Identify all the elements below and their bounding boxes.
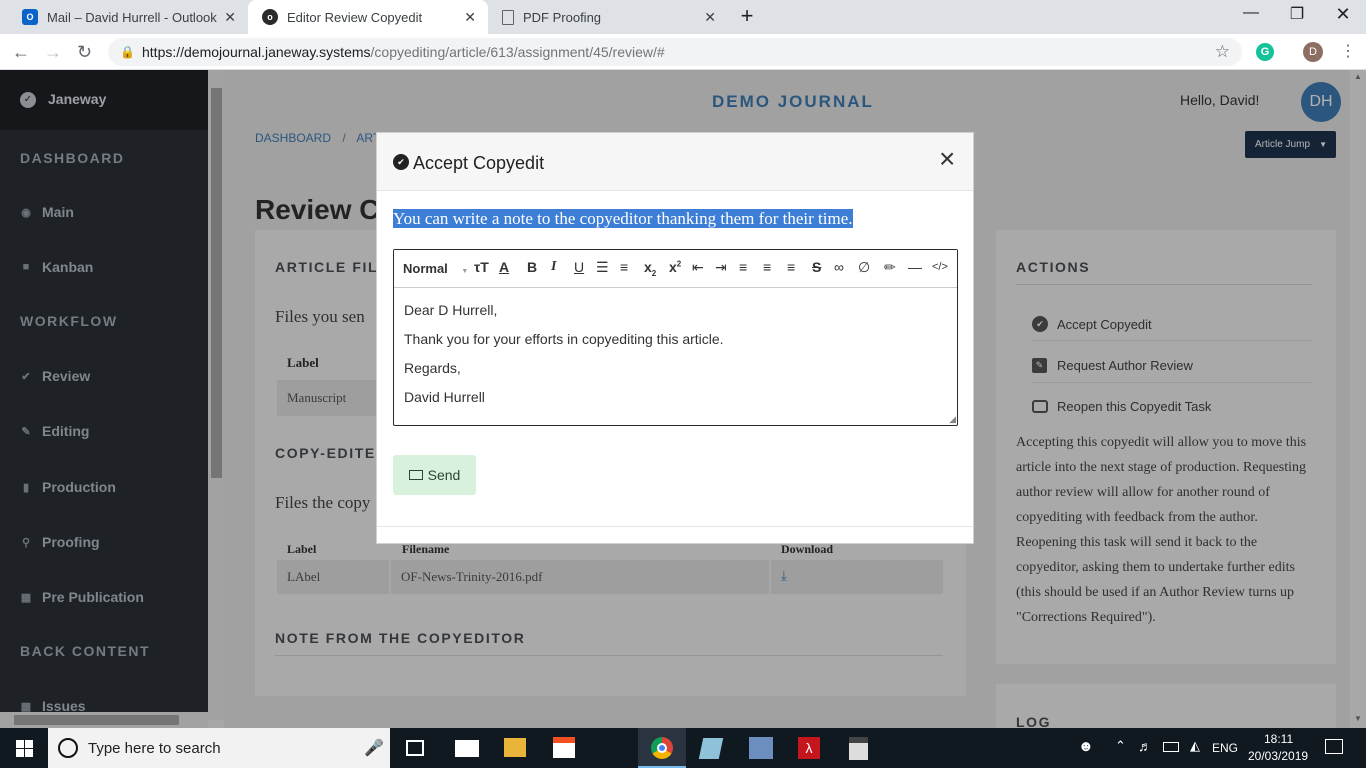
file-explorer-icon[interactable] (504, 738, 526, 757)
window-close-icon[interactable]: ✕ (1320, 4, 1366, 25)
modal-instruction: You can write a note to the copyeditor t… (393, 209, 853, 229)
tray-chevron-icon[interactable]: ⌃ (1115, 738, 1126, 754)
tab-label: Editor Review Copyedit (287, 9, 423, 25)
microphone-icon[interactable]: 🎤 (364, 738, 384, 758)
editor-toolbar: Normal ▼ τT A B I U ☰ ≡ x2 x2 ⇤ ⇥ ≡ ≡ ≡ … (394, 250, 957, 288)
close-tab-icon[interactable]: ✕ (224, 9, 236, 26)
format-select-value: Normal (403, 261, 448, 276)
resize-handle-icon[interactable]: ◢ (949, 414, 956, 425)
format-select[interactable]: Normal ▼ (403, 261, 468, 276)
notifications-icon[interactable] (1325, 739, 1343, 754)
italic-icon[interactable]: I (551, 259, 556, 275)
link-icon[interactable]: ∞ (834, 259, 844, 275)
tab-outlook[interactable]: O Mail – David Hurrell - Outlook ✕ (8, 0, 248, 34)
envelope-icon (408, 470, 423, 480)
strikethrough-icon[interactable]: S (812, 259, 821, 275)
tab-label: PDF Proofing (523, 9, 602, 25)
restore-icon[interactable]: ❐ (1274, 4, 1320, 24)
battery-icon[interactable] (1163, 742, 1179, 752)
modal-header: ✔ Accept Copyedit × (377, 133, 973, 191)
clock-time[interactable]: 18:11 (1264, 732, 1293, 746)
ordered-list-icon[interactable]: ☰ (596, 259, 609, 276)
lock-icon: 🔒 (120, 45, 135, 59)
font-size-icon[interactable]: τT (474, 259, 489, 275)
store-icon[interactable] (553, 737, 575, 758)
close-icon[interactable]: × (939, 143, 955, 175)
profile-avatar[interactable]: D (1303, 42, 1323, 62)
taskbar-search-box[interactable]: Type here to search 🎤 (48, 728, 390, 768)
minimize-icon[interactable]: — (1228, 4, 1274, 22)
selected-text: You can write a note to the copyeditor t… (393, 209, 853, 228)
align-right-icon[interactable]: ≡ (787, 259, 795, 275)
windows-start-icon[interactable] (16, 740, 33, 757)
forward-icon[interactable]: → (44, 42, 62, 63)
document-icon (502, 9, 514, 25)
close-tab-icon[interactable]: ✕ (464, 9, 476, 26)
align-left-icon[interactable]: ≡ (739, 259, 747, 275)
tab-label: Mail – David Hurrell - Outlook (47, 9, 217, 25)
modal-footer-divider (377, 526, 973, 527)
acrobat-icon[interactable]: λ (798, 737, 820, 759)
address-bar[interactable]: 🔒 https://demojournal.janeway.systems/co… (108, 38, 1242, 66)
menu-icon[interactable]: ⋮ (1340, 41, 1356, 61)
url-host: https://demojournal.janeway.systems (142, 44, 371, 60)
tab-editor-review[interactable]: ο Editor Review Copyedit ✕ (248, 0, 488, 34)
align-center-icon[interactable]: ≡ (763, 259, 771, 275)
send-button[interactable]: Send (393, 455, 476, 495)
browser-tab-strip: O Mail – David Hurrell - Outlook ✕ ο Edi… (0, 0, 1366, 34)
send-label: Send (427, 467, 461, 483)
search-placeholder: Type here to search (88, 740, 221, 757)
indent-icon[interactable]: ⇥ (715, 259, 727, 276)
bold-icon[interactable]: B (527, 259, 537, 275)
grammarly-icon[interactable]: G (1256, 43, 1274, 61)
editor-line: Thank you for your efforts in copyeditin… (404, 331, 724, 347)
clear-format-icon[interactable]: ✏ (884, 259, 896, 276)
modal-title: Accept Copyedit (413, 153, 545, 173)
underline-icon[interactable]: U (574, 259, 584, 275)
url-path: /copyediting/article/613/assignment/45/r… (370, 44, 665, 60)
unlink-icon[interactable]: ∅ (858, 259, 870, 276)
wifi-icon[interactable]: ◭ (1190, 738, 1200, 754)
app-icon-tablet[interactable] (698, 738, 724, 759)
close-tab-icon[interactable]: ✕ (704, 9, 716, 26)
browser-toolbar: ← → ↻ 🔒 https://demojournal.janeway.syst… (0, 34, 1366, 70)
accept-copyedit-modal: ✔ Accept Copyedit × You can write a note… (376, 132, 974, 544)
tab-pdf-proofing[interactable]: PDF Proofing ✕ (488, 0, 728, 34)
superscript-icon[interactable]: x2 (669, 259, 681, 275)
editor-line: David Hurrell (404, 389, 485, 405)
outdent-icon[interactable]: ⇤ (692, 259, 704, 276)
editor-line: Dear D Hurrell, (404, 302, 498, 318)
app-icon-remote[interactable] (749, 737, 773, 759)
volume-icon[interactable]: ♬ (1138, 738, 1152, 754)
back-icon[interactable]: ← (12, 42, 30, 63)
mail-app-icon[interactable] (455, 740, 479, 757)
check-circle-icon: ✔ (393, 154, 409, 170)
language-indicator[interactable]: ENG (1212, 741, 1238, 755)
outlook-icon: O (22, 9, 38, 25)
horizontal-rule-icon[interactable]: — (908, 259, 922, 275)
reload-icon[interactable]: ↻ (77, 42, 92, 63)
calculator-icon[interactable] (849, 737, 868, 760)
clock-date[interactable]: 20/03/2019 (1248, 749, 1308, 763)
caret-down-icon: ▼ (461, 268, 469, 275)
editor-line: Regards, (404, 360, 461, 376)
task-view-icon[interactable] (406, 740, 424, 756)
windows-taskbar: Type here to search 🎤 λ ☻ ⌃ ♬ ◭ ENG 18:1… (0, 728, 1366, 768)
font-color-icon[interactable]: A (499, 259, 509, 275)
star-icon[interactable]: ☆ (1215, 38, 1230, 66)
janeway-icon: ο (262, 9, 278, 25)
subscript-icon[interactable]: x2 (644, 259, 656, 278)
chrome-icon[interactable] (638, 728, 686, 768)
unordered-list-icon[interactable]: ≡ (620, 259, 628, 275)
people-icon[interactable]: ☻ (1078, 738, 1094, 755)
search-circle-icon (58, 738, 78, 758)
code-view-icon[interactable]: </> (932, 261, 948, 273)
new-tab-button[interactable]: + (724, 3, 770, 29)
rich-text-editor[interactable]: Normal ▼ τT A B I U ☰ ≡ x2 x2 ⇤ ⇥ ≡ ≡ ≡ … (393, 249, 958, 426)
